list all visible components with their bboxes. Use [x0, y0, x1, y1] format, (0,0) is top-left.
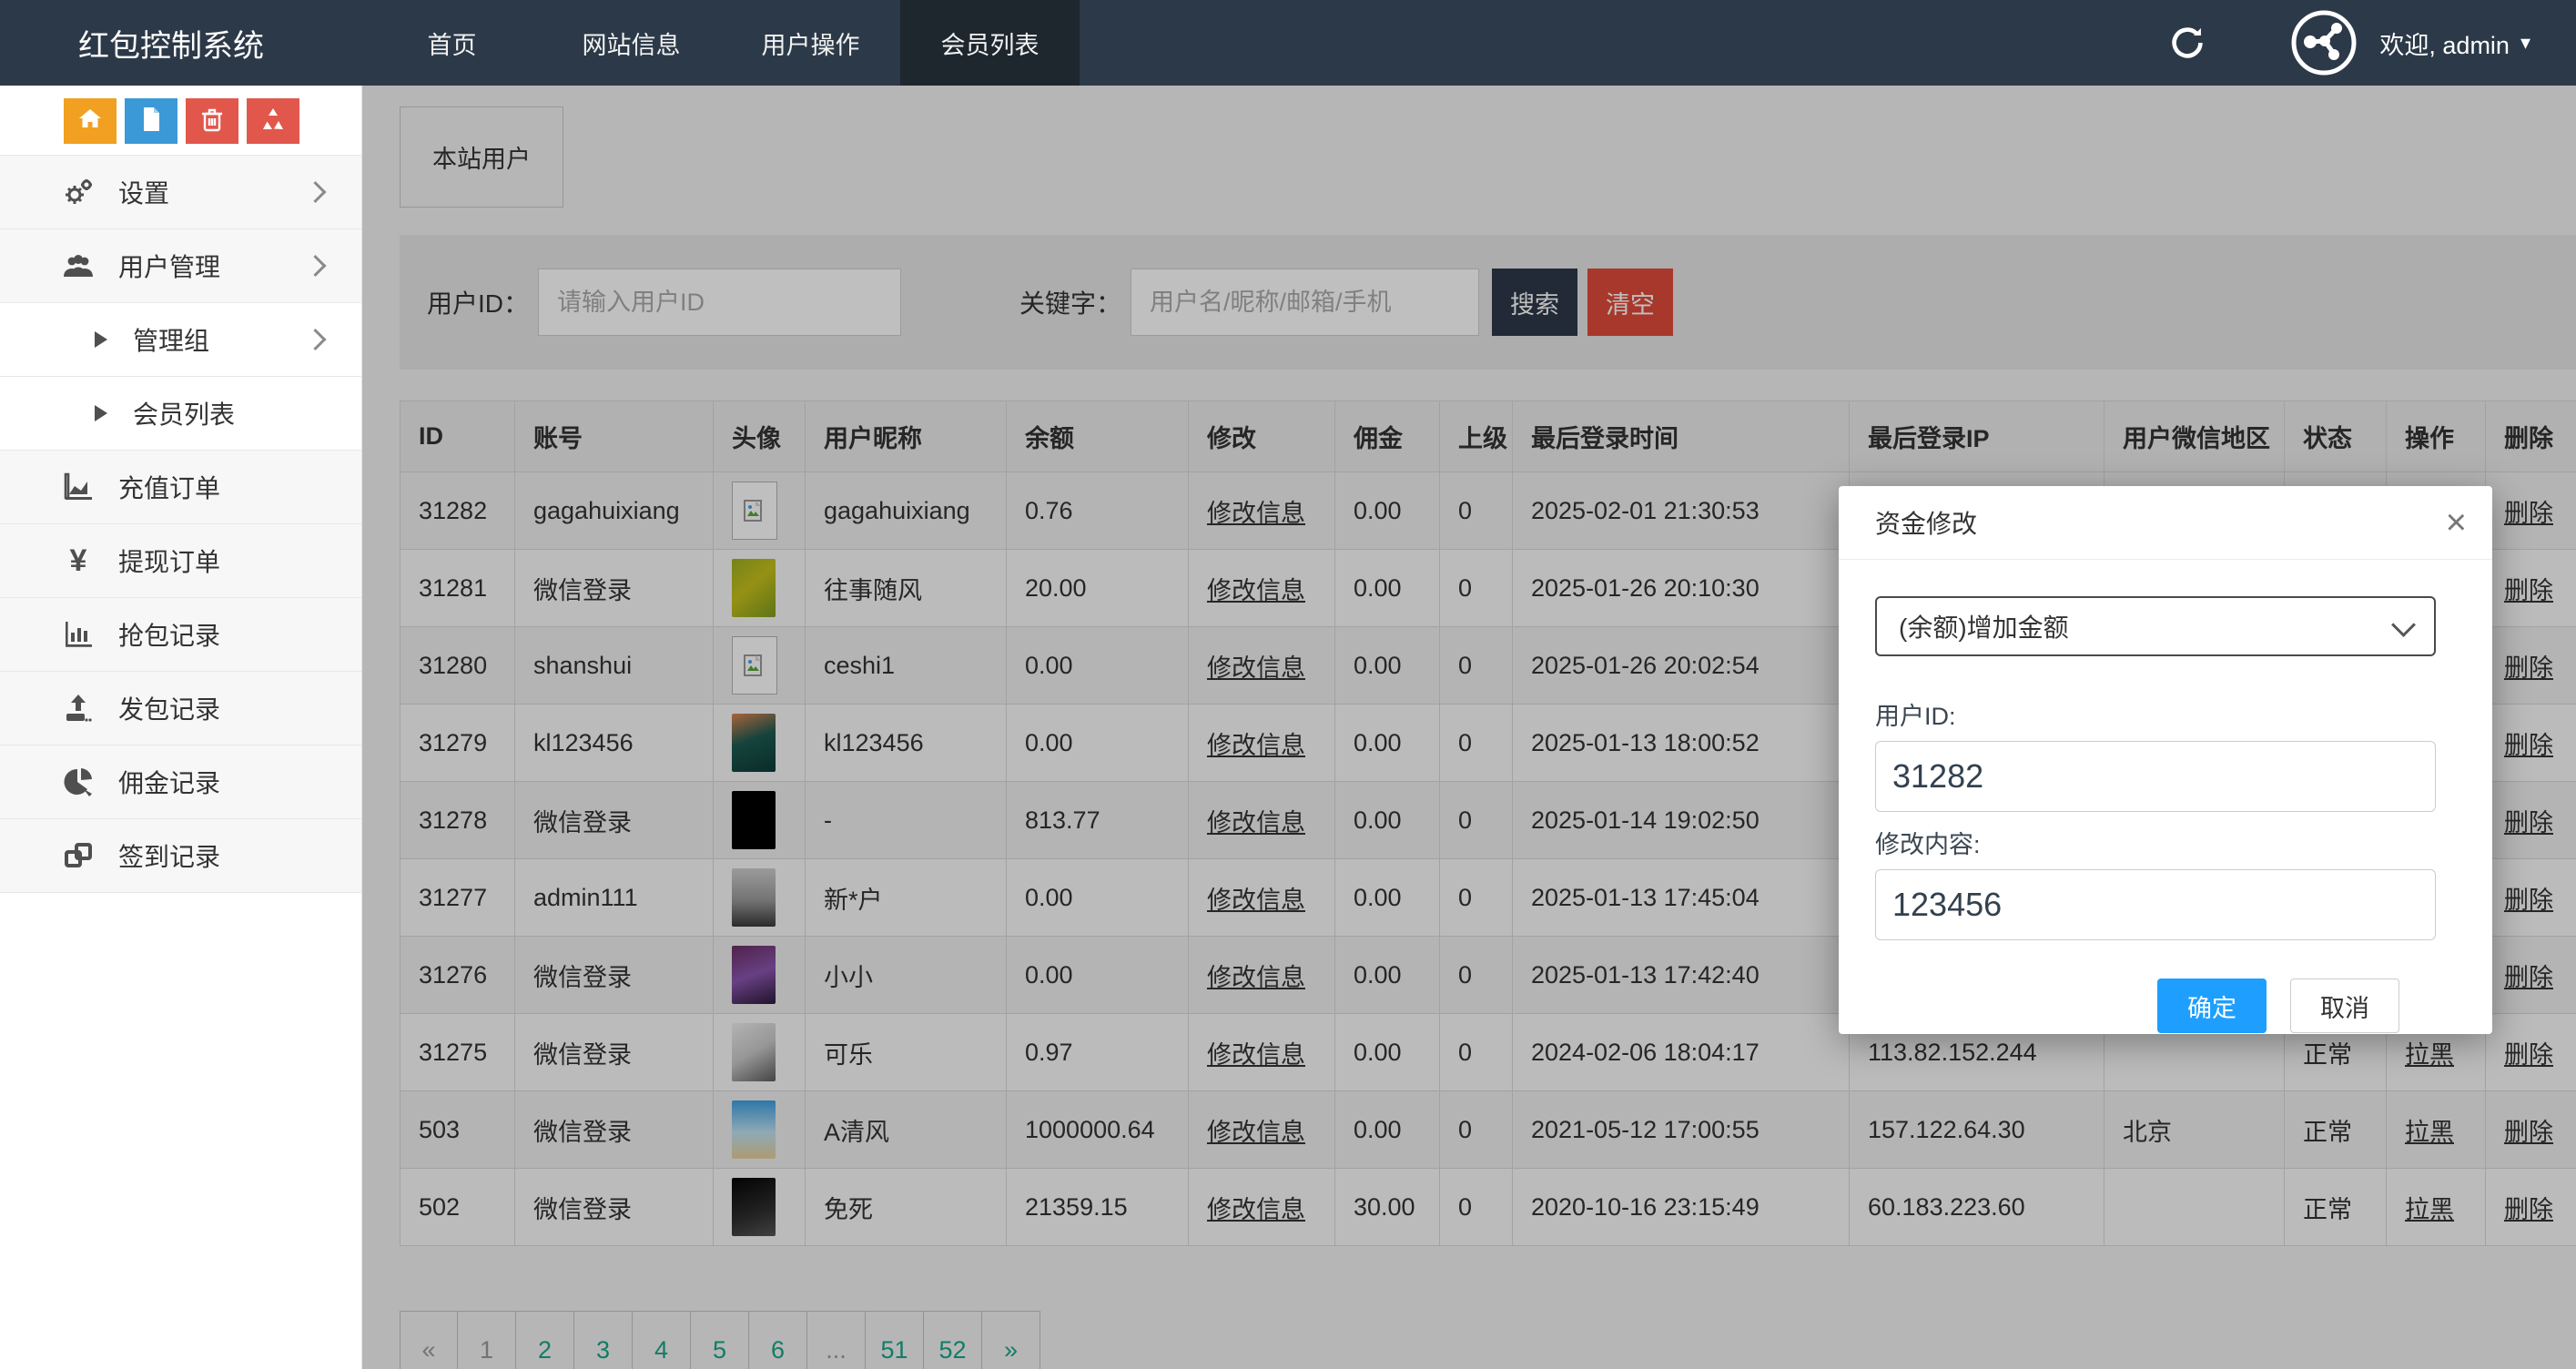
- sidebar-menu: 设置用户管理管理组会员列表充值订单 ¥ 提现订单抢包记录发包记录佣金记录签到记录: [0, 155, 361, 893]
- sidebar-item-label: 管理组: [133, 321, 209, 358]
- modal-content-label: 修改内容:: [1875, 825, 2436, 860]
- chevron-right-icon: [304, 255, 326, 277]
- amount-type-select[interactable]: (余额)增加金额: [1875, 596, 2436, 656]
- sidebar-item-8[interactable]: 佣金记录: [0, 745, 361, 819]
- nav-item-2[interactable]: 网站信息: [542, 0, 721, 86]
- chevron-right-icon: [304, 181, 326, 203]
- sidebar-item-label: 签到记录: [118, 837, 220, 874]
- cancel-button[interactable]: 取消: [2290, 979, 2399, 1033]
- user-avatar[interactable]: [2290, 9, 2358, 76]
- pie-icon: [60, 764, 96, 800]
- sidebar-item-label: 抢包记录: [118, 616, 220, 653]
- confirm-button[interactable]: 确定: [2157, 979, 2267, 1033]
- sidebar-item-3[interactable]: 会员列表: [0, 377, 361, 451]
- refresh-icon[interactable]: [2166, 22, 2208, 64]
- recycle-button[interactable]: [247, 98, 299, 144]
- nav-item-1[interactable]: 首页: [362, 0, 542, 86]
- sidebar-item-0[interactable]: 设置: [0, 156, 361, 229]
- sidebar-item-2[interactable]: 管理组: [0, 303, 361, 377]
- navbar-menu: 首页网站信息用户操作会员列表: [362, 0, 1080, 86]
- modal-content-input[interactable]: [1875, 869, 2436, 940]
- content-area: 本站用户 用户ID： 关键字： 搜索 清空 ID账号头像用户昵称余额修改佣金上级…: [361, 86, 2576, 1369]
- sidebar-item-9[interactable]: 签到记录: [0, 819, 361, 893]
- app-title: 红包控制系统: [0, 0, 362, 86]
- home-button[interactable]: [64, 98, 117, 144]
- chevron-right-icon: [304, 329, 326, 350]
- modal-footer: 确定 取消: [1875, 940, 2436, 1033]
- welcome-dropdown[interactable]: 欢迎, admin ▾: [2379, 25, 2530, 61]
- sidebar-item-label: 充值订单: [118, 469, 220, 505]
- caret-icon: [91, 321, 111, 358]
- sidebar-item-7[interactable]: 发包记录: [0, 672, 361, 745]
- sign-icon: [60, 837, 96, 874]
- nav-item-3[interactable]: 用户操作: [721, 0, 900, 86]
- caret-icon: [91, 395, 111, 431]
- upload-icon: [60, 690, 96, 726]
- sidebar-item-label: 佣金记录: [118, 764, 220, 800]
- recycle-icon: [259, 106, 287, 137]
- bars-icon: [60, 616, 96, 653]
- chevron-down-icon: [2391, 613, 2416, 637]
- sidebar-item-label: 设置: [118, 174, 169, 210]
- top-navbar: 红包控制系统 首页网站信息用户操作会员列表 欢迎, admin ▾: [0, 0, 2576, 86]
- caret-down-icon: ▾: [2520, 31, 2530, 55]
- funds-edit-modal: 资金修改 × (余额)增加金额 用户ID: 修改内容: 确定 取消: [1839, 486, 2492, 1034]
- sidebar-item-label: 发包记录: [118, 690, 220, 726]
- file-icon: [137, 106, 165, 137]
- trash-button[interactable]: [186, 98, 238, 144]
- file-button[interactable]: [125, 98, 177, 144]
- sidebar-quick-buttons: [0, 86, 361, 155]
- trash-icon: [198, 106, 226, 137]
- users-icon: [60, 248, 96, 284]
- sidebar-item-label: 会员列表: [133, 395, 235, 431]
- gears-icon: [60, 174, 96, 210]
- welcome-text: 欢迎, admin: [2379, 25, 2510, 61]
- navbar-right: 欢迎, admin ▾: [2166, 0, 2576, 86]
- yen-icon: ¥: [60, 543, 96, 579]
- sidebar-item-4[interactable]: 充值订单: [0, 451, 361, 524]
- amount-type-value: (余额)增加金额: [1899, 608, 2069, 644]
- sidebar-item-6[interactable]: 抢包记录: [0, 598, 361, 672]
- modal-userid-label: 用户ID:: [1875, 696, 2436, 732]
- sidebar-item-label: 用户管理: [118, 248, 220, 284]
- modal-body: (余额)增加金额 用户ID: 修改内容: 确定 取消: [1839, 560, 2492, 1033]
- modal-title: 资金修改: [1875, 504, 1977, 541]
- home-icon: [76, 106, 104, 137]
- modal-header: 资金修改 ×: [1839, 486, 2492, 560]
- close-icon[interactable]: ×: [2446, 504, 2467, 541]
- sidebar-item-label: 提现订单: [118, 543, 220, 579]
- nav-item-4[interactable]: 会员列表: [900, 0, 1080, 86]
- modal-userid-input[interactable]: [1875, 741, 2436, 812]
- sidebar-item-5[interactable]: ¥ 提现订单: [0, 524, 361, 598]
- sidebar: 设置用户管理管理组会员列表充值订单 ¥ 提现订单抢包记录发包记录佣金记录签到记录: [0, 86, 362, 1369]
- area-icon: [60, 469, 96, 505]
- sidebar-item-1[interactable]: 用户管理: [0, 229, 361, 303]
